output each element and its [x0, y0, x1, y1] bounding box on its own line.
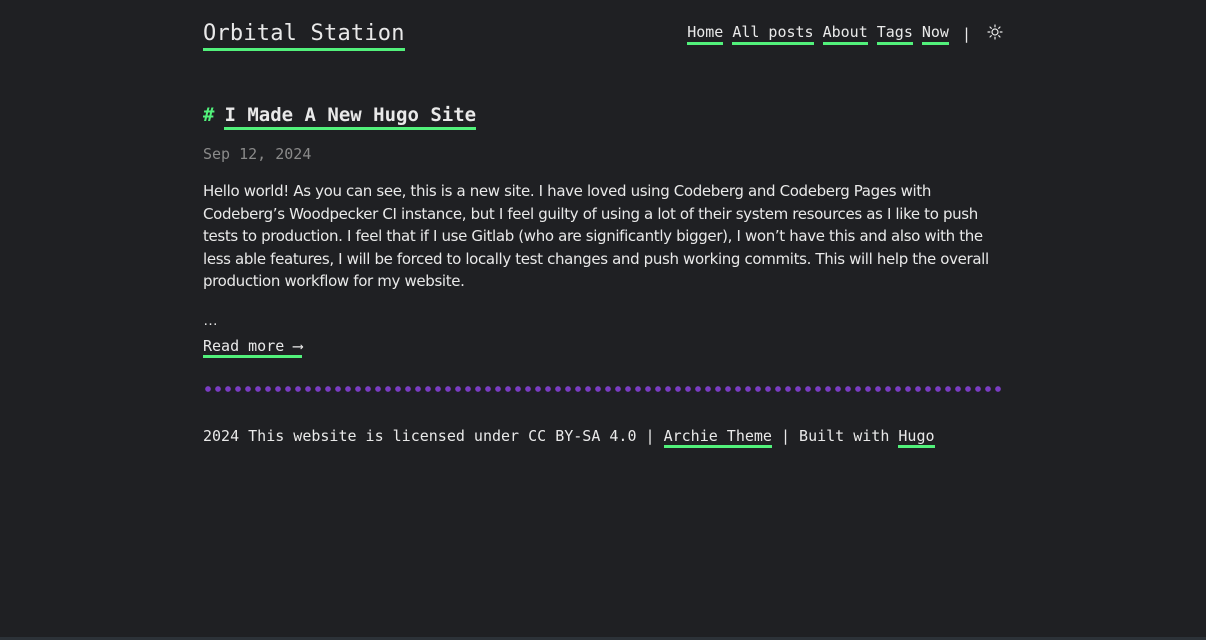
post-ellipsis: …: [203, 312, 218, 329]
main-nav: Home All posts About Tags Now |: [687, 23, 1003, 45]
site-footer: 2024 This website is licensed under CC B…: [203, 427, 935, 448]
post-summary: Hello world! As you can see, this is a n…: [203, 182, 989, 291]
archie-theme-link[interactable]: Archie Theme: [663, 427, 772, 448]
footer-license-text: 2024 This website is licensed under CC B…: [203, 427, 655, 445]
page-container: Orbital Station Home All posts About Tag…: [203, 0, 1003, 448]
dotted-divider: [203, 386, 1003, 392]
site-title-link[interactable]: Orbital Station: [203, 21, 405, 51]
nav-item-home[interactable]: Home: [687, 23, 724, 45]
nav-item-tags[interactable]: Tags: [876, 23, 913, 45]
nav-item-all-posts[interactable]: All posts: [732, 23, 814, 45]
nav-item-now[interactable]: Now: [921, 23, 949, 45]
read-more-link[interactable]: Read more ⟶: [203, 337, 303, 358]
nav-separator: |: [961, 25, 971, 43]
sun-icon[interactable]: [987, 24, 1003, 40]
hugo-link[interactable]: Hugo: [898, 427, 935, 448]
footer-built-with-text: | Built with: [780, 427, 890, 445]
post-title: # I Made A New Hugo Site: [203, 103, 477, 130]
post-title-hash: #: [203, 104, 215, 126]
post-date: Sep 12, 2024: [203, 145, 312, 163]
post-title-link[interactable]: I Made A New Hugo Site: [224, 103, 477, 130]
site-header: Orbital Station Home All posts About Tag…: [203, 0, 1003, 60]
nav-item-about[interactable]: About: [822, 23, 868, 45]
